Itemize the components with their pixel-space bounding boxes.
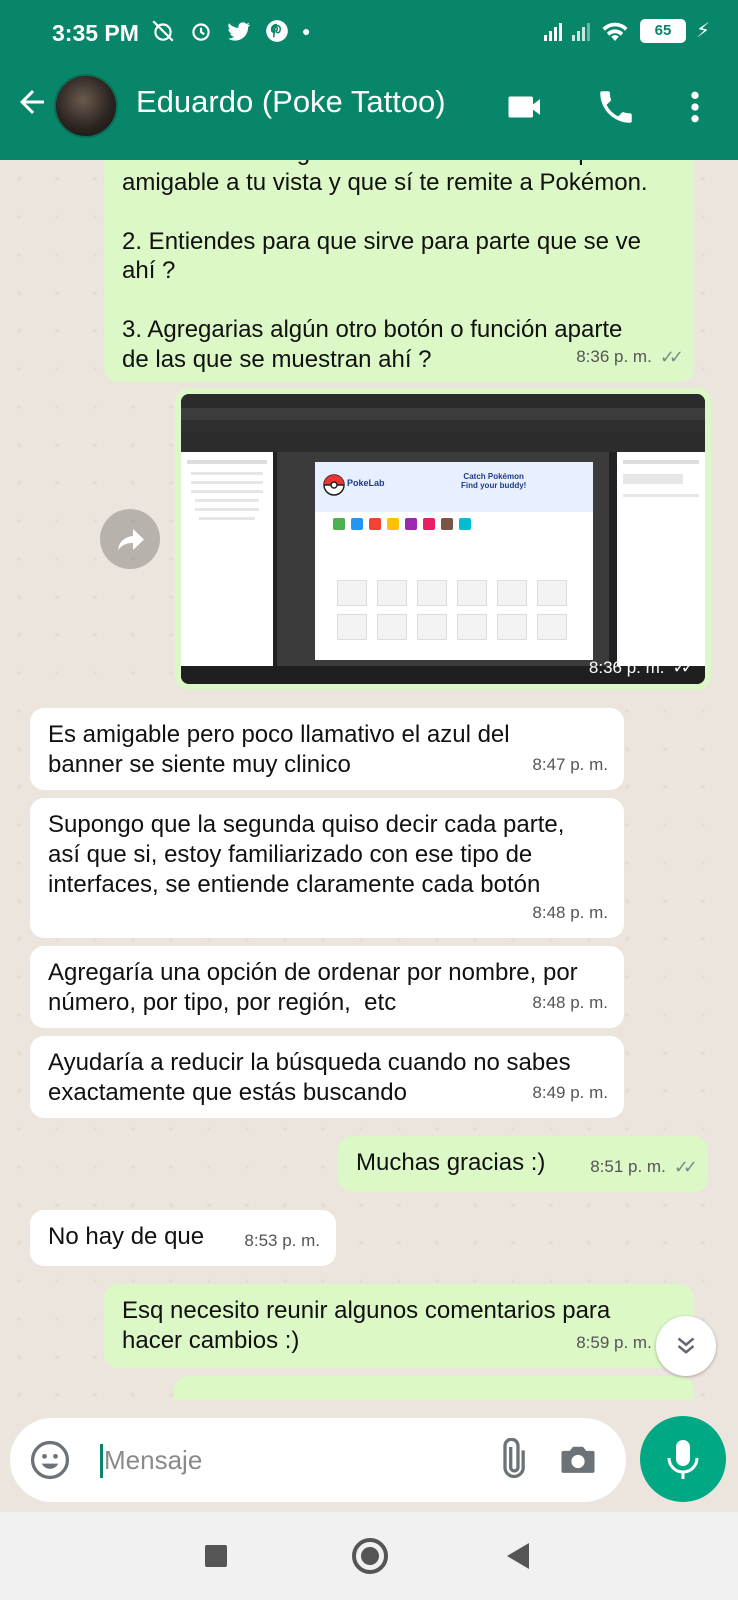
message-meta: 8:48 p. m. — [532, 898, 608, 928]
nav-back-icon[interactable] — [507, 1543, 529, 1569]
message-bubble-incoming[interactable]: Supongo que la segunda quiso decir cada … — [30, 798, 624, 938]
forward-icon — [118, 529, 144, 550]
app-bar: 3:35 PM ● 65 ⚡ Eduardo (Poke Tattoo) — [0, 0, 738, 160]
message-bubble-outgoing[interactable]: Muchas gracias :) 8:51 p. m. ✓✓ — [338, 1136, 708, 1192]
wifi-icon — [602, 22, 628, 41]
message-time: 8:59 p. m. — [576, 1333, 652, 1352]
message-time: 8:47 p. m. — [532, 755, 608, 774]
message-time: 8:53 p. m. — [244, 1231, 320, 1250]
scroll-to-bottom-button[interactable] — [656, 1316, 716, 1376]
message-meta: 8:53 p. m. — [244, 1226, 320, 1256]
status-bar: 3:35 PM ● 65 ⚡ — [0, 0, 738, 66]
message-input[interactable] — [90, 1418, 470, 1502]
alarm-off-icon — [152, 20, 174, 42]
message-time: 8:36 p. m. — [576, 347, 652, 366]
message-meta: 8:48 p. m. — [532, 988, 608, 1018]
status-time: 3:35 PM — [52, 20, 139, 46]
contact-name[interactable]: Eduardo (Poke Tattoo) — [136, 84, 446, 120]
forward-button[interactable] — [100, 509, 160, 569]
image-message[interactable]: PokeLab Catch Pokémon Find your buddy! 8… — [175, 388, 711, 690]
system-indicators: 65 ⚡ — [543, 18, 710, 43]
contact-avatar[interactable] — [54, 74, 118, 138]
back-arrow-icon[interactable] — [14, 84, 50, 120]
battery-icon: 65 — [639, 18, 686, 43]
pokelab-frame: PokeLab Catch Pokémon Find your buddy! — [315, 462, 593, 660]
browser-bookmarks — [181, 420, 705, 432]
video-call-icon[interactable] — [505, 86, 547, 128]
more-options-icon[interactable] — [675, 86, 715, 128]
read-receipt-icon: ✓✓ — [659, 347, 684, 367]
twitter-icon — [228, 22, 250, 41]
message-meta: 8:47 p. m. — [532, 750, 608, 780]
read-receipt-icon: ✓✓ — [673, 1157, 698, 1177]
message-bubble-incoming[interactable]: Es amigable pero poco llamativo el azul … — [30, 708, 624, 790]
type-filter-row — [315, 512, 593, 536]
alarm-icon — [192, 23, 210, 41]
browser-url-bar — [181, 408, 705, 420]
recent-apps-icon[interactable] — [205, 1545, 227, 1567]
charging-icon: ⚡ — [695, 20, 710, 42]
message-text: Es amigable pero poco llamativo el azul … — [48, 721, 510, 778]
signal-icon-2 — [571, 21, 590, 41]
pokelab-tagline: Catch Pokémon Find your buddy! — [461, 472, 527, 490]
message-time: 8:48 p. m. — [532, 993, 608, 1012]
read-receipt-icon: ✓✓ — [672, 658, 695, 677]
signal-icon — [543, 21, 562, 41]
message-bubble-incoming[interactable]: Ayudaría a reducir la búsqueda cuando no… — [30, 1036, 624, 1118]
camera-icon[interactable] — [556, 1438, 600, 1482]
message-meta: 8:51 p. m. ✓✓ — [590, 1152, 698, 1182]
double-chevron-down-icon — [677, 1337, 695, 1354]
attach-icon[interactable] — [490, 1438, 534, 1482]
message-bubble-outgoing-partial[interactable] — [174, 1376, 694, 1400]
system-navigation-bar — [0, 1512, 738, 1600]
microphone-icon — [667, 1440, 699, 1479]
pokeball-icon — [323, 474, 345, 496]
message-meta: 8:49 p. m. — [532, 1078, 608, 1108]
pinterest-icon — [266, 20, 288, 42]
image-meta: 8:36 p. m. ✓✓ — [588, 658, 695, 678]
message-composer — [10, 1418, 626, 1502]
notification-icons: ● — [150, 18, 310, 44]
message-bubble-outgoing[interactable]: 1. Cambiarías algo del color o considera… — [104, 160, 694, 382]
pokemon-grid — [315, 536, 593, 640]
message-text: Supongo que la segunda quiso decir cada … — [48, 811, 565, 898]
emoji-icon[interactable] — [28, 1438, 72, 1482]
figma-layers-panel — [181, 452, 273, 666]
figma-toolbar — [181, 432, 705, 452]
browser-tabs — [181, 394, 705, 408]
message-bubble-outgoing[interactable]: Esq necesito reunir algunos comentarios … — [104, 1284, 694, 1368]
message-time: 8:49 p. m. — [532, 1083, 608, 1102]
message-text: Agregaría una opción de ordenar por nomb… — [48, 959, 578, 1016]
voice-message-button[interactable] — [640, 1416, 726, 1502]
message-time: 8:51 p. m. — [590, 1157, 666, 1176]
phone-call-icon[interactable] — [595, 86, 637, 128]
figma-design-panel — [617, 452, 705, 666]
chat-header: Eduardo (Poke Tattoo) — [0, 66, 738, 160]
message-list[interactable]: 1. Cambiarías algo del color o considera… — [0, 160, 738, 1400]
message-bubble-incoming[interactable]: No hay de que 8:53 p. m. — [30, 1210, 336, 1266]
figma-canvas: PokeLab Catch Pokémon Find your buddy! — [277, 452, 609, 666]
message-time: 8:48 p. m. — [532, 903, 608, 922]
home-icon[interactable] — [352, 1538, 388, 1574]
pokelab-logo-text: PokeLab — [347, 478, 385, 488]
message-text: Ayudaría a reducir la búsqueda cuando no… — [48, 1049, 571, 1106]
dot-icon: ● — [302, 23, 311, 39]
shared-screenshot-image[interactable]: PokeLab Catch Pokémon Find your buddy! — [181, 394, 705, 684]
message-time: 8:36 p. m. — [588, 658, 665, 677]
pokelab-banner: PokeLab Catch Pokémon Find your buddy! — [315, 462, 593, 512]
message-bubble-incoming[interactable]: Agregaría una opción de ordenar por nomb… — [30, 946, 624, 1028]
message-meta: 8:36 p. m. ✓✓ — [576, 342, 684, 372]
